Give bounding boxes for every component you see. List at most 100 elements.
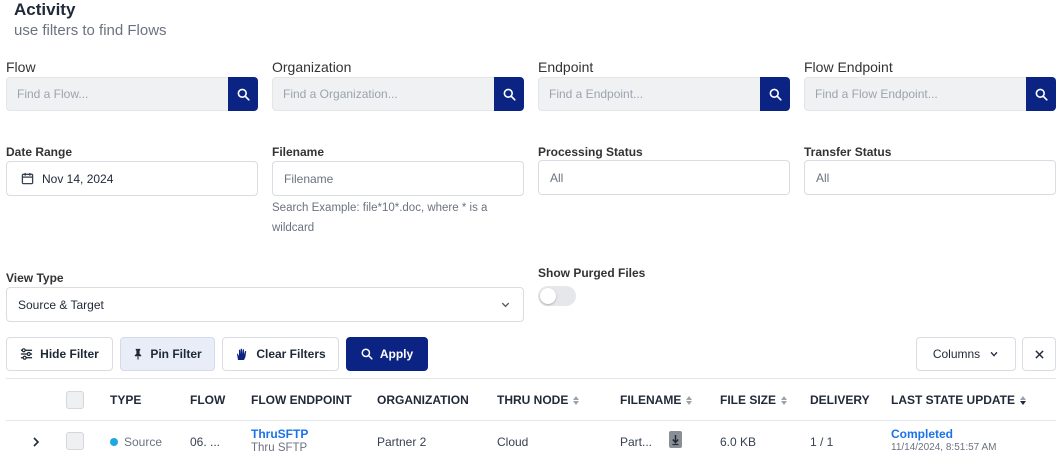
header-last-state-update[interactable]: LAST STATE UPDATE — [891, 393, 1026, 407]
transfer-status-select[interactable]: All — [804, 160, 1056, 195]
chevron-down-icon — [501, 302, 510, 308]
sort-desc-icon — [1020, 395, 1026, 405]
row-last-state-link[interactable]: Completed — [891, 427, 996, 441]
view-type-label: View Type — [6, 271, 64, 285]
header-thru-node[interactable]: THRU NODE — [497, 393, 580, 407]
search-icon — [503, 88, 516, 101]
header-organization-label: ORGANIZATION — [377, 393, 469, 407]
flow-label: Flow — [6, 59, 36, 75]
pin-filter-button[interactable]: Pin Filter — [120, 337, 215, 371]
row-flow[interactable]: 06. ... — [190, 435, 220, 449]
status-dot — [110, 438, 118, 446]
pin-icon — [135, 348, 142, 360]
apply-label: Apply — [379, 347, 414, 361]
row-flow-endpoint-sub: Thru SFTP — [251, 442, 308, 454]
endpoint-search-input[interactable]: Find a Endpoint... — [538, 77, 760, 111]
table-top-border — [6, 378, 1056, 379]
header-filename[interactable]: FILENAME — [620, 393, 693, 407]
header-flow-label: FLOW — [190, 393, 226, 407]
search-icon — [769, 88, 782, 101]
header-flow[interactable]: FLOW — [190, 393, 225, 407]
sort-icon — [686, 395, 693, 405]
header-file-size[interactable]: FILE SIZE — [720, 393, 788, 407]
close-icon — [1034, 349, 1044, 359]
search-icon — [361, 348, 373, 360]
flow-endpoint-search-button[interactable] — [1026, 77, 1056, 111]
row-type-label: Source — [124, 435, 163, 449]
organization-search-button[interactable] — [494, 77, 524, 111]
view-type-value: Source & Target — [18, 297, 104, 312]
download-arrow-icon — [672, 435, 679, 446]
filename-help-text: Search Example: file*10*.doc, where * is… — [272, 202, 488, 234]
row-flow-endpoint: ThruSFTP Thru SFTP — [251, 427, 308, 455]
apply-button[interactable]: Apply — [346, 337, 428, 371]
toggle-knob — [540, 288, 556, 304]
row-last-state: Completed 11/14/2024, 8:51:57 AM — [891, 427, 996, 455]
row-checkbox[interactable] — [66, 432, 84, 450]
organization-search-input[interactable]: Find a Organization... — [272, 77, 494, 111]
flow-search-button[interactable] — [228, 77, 258, 111]
table-header-row: TYPE FLOW FLOW ENDPOINT ORGANIZATION THR… — [0, 383, 1061, 419]
date-range-label: Date Range — [6, 145, 73, 159]
chevron-down-icon — [990, 351, 998, 357]
row-thru-node: Cloud — [497, 435, 529, 449]
flow-endpoint-label: Flow Endpoint — [804, 59, 893, 75]
endpoint-search: Find a Endpoint... — [538, 77, 790, 111]
transfer-status-label: Transfer Status — [804, 145, 892, 159]
download-icon[interactable] — [669, 431, 682, 448]
row-flow-endpoint-link[interactable]: ThruSFTP — [251, 427, 308, 441]
view-type-select[interactable]: Source & Target — [6, 287, 524, 322]
row-organization: Partner 2 — [377, 435, 427, 449]
clear-filters-label: Clear Filters — [256, 347, 326, 361]
flow-endpoint-search: Find a Flow Endpoint... — [804, 77, 1056, 111]
hide-filter-label: Hide Filter — [40, 347, 99, 361]
header-filename-label: FILENAME — [620, 393, 682, 407]
flow-search: Find a Flow... — [6, 77, 258, 111]
columns-label: Columns — [932, 347, 981, 361]
pin-filter-label: Pin Filter — [150, 347, 202, 361]
chevron-right-icon[interactable] — [32, 437, 40, 447]
organization-label: Organization — [272, 59, 352, 75]
row-file-size: 6.0 KB — [720, 435, 757, 449]
close-button[interactable] — [1022, 337, 1056, 371]
page-subtitle: use filters to find Flows — [14, 22, 167, 39]
endpoint-label: Endpoint — [538, 59, 594, 75]
show-purged-toggle[interactable] — [538, 286, 576, 306]
date-range-value: Nov 14, 2024 — [42, 171, 114, 186]
row-delivery: 1 / 1 — [810, 435, 834, 449]
header-type[interactable]: TYPE — [110, 393, 141, 407]
endpoint-search-button[interactable] — [760, 77, 790, 111]
filename-input[interactable]: Filename — [272, 161, 524, 196]
clear-filters-button[interactable]: Clear Filters — [222, 337, 339, 371]
search-icon — [1035, 88, 1048, 101]
columns-dropdown-button[interactable]: Columns — [916, 337, 1016, 371]
row-filename[interactable]: Part... — [620, 435, 652, 449]
header-organization[interactable]: ORGANIZATION — [377, 393, 469, 407]
date-range-picker[interactable]: Nov 14, 2024 — [6, 161, 258, 196]
table-row[interactable]: Source 06. ... ThruSFTP Thru SFTP Partne… — [0, 421, 1061, 461]
header-delivery-label: DELIVERY — [810, 393, 870, 407]
calendar-icon — [21, 172, 34, 185]
sort-icon — [781, 395, 788, 405]
header-last-state-update-label: LAST STATE UPDATE — [891, 393, 1015, 407]
header-file-size-label: FILE SIZE — [720, 393, 777, 407]
header-flow-endpoint[interactable]: FLOW ENDPOINT — [251, 393, 352, 407]
row-last-state-time: 11/14/2024, 8:51:57 AM — [891, 442, 997, 453]
page-title: Activity — [14, 0, 76, 19]
sliders-icon — [21, 348, 33, 360]
header-flow-endpoint-label: FLOW ENDPOINT — [251, 393, 352, 407]
flow-endpoint-search-input[interactable]: Find a Flow Endpoint... — [804, 77, 1026, 111]
select-all-checkbox[interactable] — [66, 391, 84, 409]
filename-label: Filename — [272, 145, 325, 159]
hand-icon — [237, 348, 247, 360]
processing-status-label: Processing Status — [538, 145, 643, 159]
hide-filter-button[interactable]: Hide Filter — [6, 337, 113, 371]
search-icon — [237, 88, 250, 101]
header-thru-node-label: THRU NODE — [497, 393, 569, 407]
header-type-label: TYPE — [110, 393, 142, 407]
sort-icon — [573, 395, 580, 405]
show-purged-label: Show Purged Files — [538, 266, 646, 280]
processing-status-select[interactable]: All — [538, 160, 790, 195]
flow-search-input[interactable]: Find a Flow... — [6, 77, 228, 111]
header-delivery[interactable]: DELIVERY — [810, 393, 870, 407]
